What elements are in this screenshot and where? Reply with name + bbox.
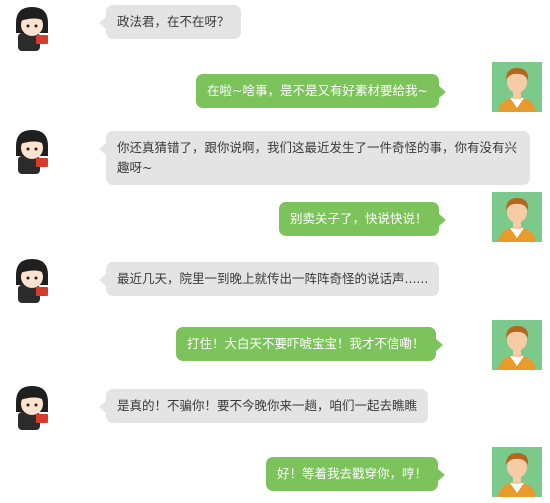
girl-avatar-icon[interactable] xyxy=(8,382,58,432)
girl-avatar-icon[interactable] xyxy=(8,126,58,176)
boy-avatar-icon[interactable] xyxy=(492,192,542,242)
message-bubble[interactable]: 打住！大白天不要吓唬宝宝！我才不信嘞！ xyxy=(176,327,443,361)
message-bubble[interactable]: 政法君，在不在呀？ xyxy=(99,5,241,39)
message-bubble[interactable]: 是真的！不骗你！要不今晚你来一趟，咱们一起去瞧瞧 xyxy=(98,389,429,423)
girl-avatar-icon[interactable] xyxy=(8,255,58,305)
boy-avatar-icon[interactable] xyxy=(492,447,542,497)
boy-avatar-icon[interactable] xyxy=(492,320,542,370)
message-bubble[interactable]: 最近几天，院里一到晚上就传出一阵阵奇怪的说话声...... xyxy=(98,262,440,296)
boy-avatar-icon[interactable] xyxy=(492,62,542,112)
message-bubble[interactable]: 在啦~啥事，是不是又有好素材要给我~ xyxy=(196,74,446,108)
message-bubble[interactable]: 好！等着我去戳穿你，哼！ xyxy=(266,457,446,491)
girl-avatar-icon[interactable] xyxy=(8,3,58,53)
message-bubble[interactable]: 你还真猜错了，跟你说啊，我们这最近发生了一件奇怪的事，你有没有兴趣呀~ xyxy=(99,131,530,185)
message-bubble[interactable]: 别卖关子了，快说快说！ xyxy=(279,202,446,236)
